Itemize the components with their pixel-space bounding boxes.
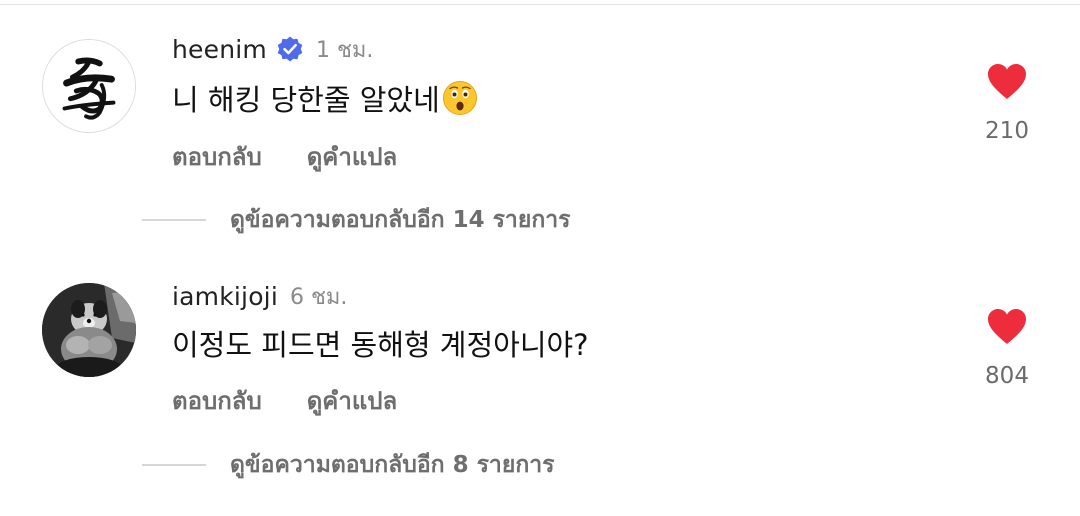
username[interactable]: iamkijoji — [172, 282, 278, 311]
comment-actions: ตอบกลับ ดูคำแปล — [172, 381, 442, 420]
comment-text: 이정도 피드면 동해형 계정아니야? — [172, 323, 589, 363]
avatar[interactable] — [42, 283, 136, 377]
reply-button[interactable]: ตอบกลับ — [172, 381, 262, 420]
dog-photo-icon — [42, 283, 136, 377]
timestamp: 6 ชม. — [289, 284, 348, 310]
view-replies-label: ดูข้อความตอบกลับอีก 8 รายการ — [230, 452, 555, 478]
like-control: 804 — [967, 308, 1047, 389]
view-replies-label: ดูข้อความตอบกลับอีก 14 รายการ — [230, 207, 571, 233]
comment-meta: iamkijoji 6 ชม. — [172, 279, 347, 313]
comment-item: iamkijoji 6 ชม. 이정도 피드면 동해형 계정아니야? ตอบกล… — [0, 0, 1080, 478]
replies-divider — [142, 464, 206, 466]
see-translation-button[interactable]: ดูคำแปล — [307, 381, 398, 420]
heart-icon[interactable] — [987, 308, 1027, 346]
like-count: 804 — [985, 363, 1029, 389]
view-replies-button[interactable]: ดูข้อความตอบกลับอีก 8 รายการ — [142, 448, 555, 482]
view-replies-button[interactable]: ดูข้อความตอบกลับอีก 14 รายการ — [142, 203, 571, 237]
comment-body: 이정도 피드면 동해형 계정아니야? — [172, 328, 589, 362]
replies-divider — [142, 219, 206, 221]
